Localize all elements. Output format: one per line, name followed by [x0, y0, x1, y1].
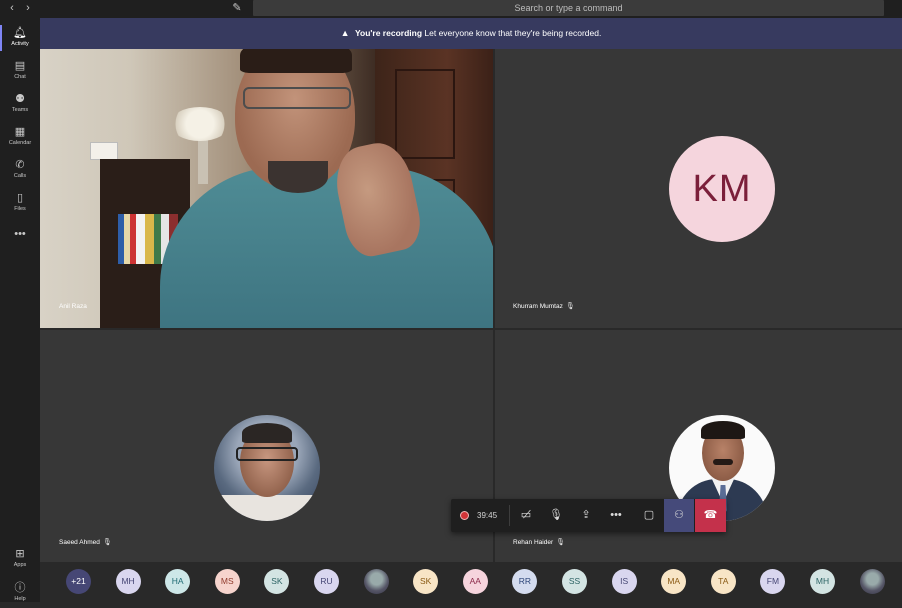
rail-item-teams[interactable]: ⚉ Teams: [0, 89, 40, 119]
mic-off-icon: 🎙︎: [549, 509, 563, 521]
divider: [509, 505, 510, 526]
participant-body: [160, 167, 493, 328]
recording-dot-icon: [460, 511, 469, 520]
rail-item-apps[interactable]: ⊞ Apps: [0, 544, 40, 574]
camera-off-button[interactable]: ▭̸: [511, 499, 541, 532]
mic-off-icon: 🎙︎: [102, 539, 112, 546]
chat-icon: ▤: [14, 60, 26, 72]
video-tile-anil-raza[interactable]: Anil Raza: [40, 49, 493, 328]
bell-icon: 🔔︎: [13, 27, 27, 39]
hang-up-button[interactable]: ☎︎: [695, 499, 726, 532]
avatar: KM: [669, 136, 775, 242]
compose-icon[interactable]: ✎: [230, 1, 244, 15]
mic-off-icon: 🎙︎: [556, 539, 565, 546]
participant-avatar[interactable]: HA: [165, 569, 191, 594]
participant-beard: [268, 161, 328, 193]
avatar: [214, 415, 320, 521]
participant-avatar[interactable]: TA: [710, 569, 736, 594]
chevron-left-icon[interactable]: ‹: [6, 1, 18, 15]
mic-off-icon: 🎙︎: [565, 303, 575, 310]
rail-item-label: Activity: [11, 41, 29, 47]
tile-name-label: Khurram Mumtaz: [513, 303, 563, 310]
chat-button[interactable]: ▢: [634, 499, 664, 532]
recording-banner: ▲ You're recording Let everyone know tha…: [40, 18, 902, 49]
share-screen-button[interactable]: ⇪: [571, 499, 601, 532]
tile-name-row: Khurram Mumtaz 🎙︎: [513, 302, 575, 312]
rail-item-label: Apps: [13, 562, 27, 568]
participants-button[interactable]: ⚇: [664, 499, 694, 532]
participant-avatar[interactable]: RU: [314, 569, 339, 594]
call-controls: 39:45 ▭̸ 🎙︎ ⇪ ••• ▢ ⚇ ☎︎: [451, 499, 726, 532]
app-rail: 🔔︎ Activity ▤ Chat ⚉ Teams ▦ Calendar ✆ …: [0, 18, 40, 602]
rail-item-label: Calls: [13, 173, 27, 179]
rail-item-files[interactable]: ▯ Files: [0, 188, 40, 218]
video-tile-saeed-ahmed[interactable]: Saeed Ahmed 🎙︎: [40, 330, 493, 562]
share-screen-icon: ⇪: [581, 509, 591, 521]
ellipsis-icon: •••: [14, 228, 26, 240]
rail-item-activity[interactable]: 🔔︎ Activity: [0, 23, 40, 53]
participant-avatar[interactable]: FM: [760, 569, 786, 594]
warning-icon: ▲: [340, 28, 350, 38]
rail-more-button[interactable]: •••: [0, 224, 40, 254]
tile-name-label: Saeed Ahmed: [59, 539, 100, 546]
vase-image: [198, 134, 208, 184]
participant-avatar[interactable]: SK: [264, 569, 290, 594]
participant-avatar[interactable]: MH: [810, 569, 835, 594]
participant-avatar[interactable]: [363, 569, 389, 594]
video-tile-khurram-mumtaz[interactable]: KM Khurram Mumtaz 🎙︎: [495, 49, 902, 328]
more-actions-button[interactable]: •••: [601, 499, 631, 532]
participant-avatar[interactable]: RR: [512, 569, 538, 594]
recording-message: Let everyone know that they're being rec…: [424, 28, 602, 38]
participant-avatar[interactable]: [859, 569, 885, 594]
rail-item-help[interactable]: ⓘ Help: [0, 578, 40, 608]
participant-avatar[interactable]: SS: [562, 569, 587, 594]
participant-glasses: [243, 87, 351, 109]
phone-icon: ✆: [15, 159, 25, 171]
rail-item-calendar[interactable]: ▦ Calendar: [0, 122, 40, 152]
tile-name-row: Saeed Ahmed 🎙︎: [59, 538, 112, 548]
calendar-icon: ▦: [14, 126, 26, 138]
participant-avatar[interactable]: MH: [115, 569, 141, 594]
more-icon: •••: [610, 509, 622, 521]
participant-avatar[interactable]: SK: [413, 569, 439, 594]
camera-off-icon: ▭̸: [520, 509, 532, 521]
title-bar: ‹ › ✎ Search or type a command: [0, 0, 902, 18]
rail-item-chat[interactable]: ▤ Chat: [0, 56, 40, 86]
teams-icon: ⚉: [15, 93, 25, 105]
recording-timer: 39:45: [477, 511, 498, 520]
rail-item-label: Calendar: [8, 140, 32, 146]
participants-icon: ⚇: [674, 509, 684, 521]
chat-icon: ▢: [643, 509, 655, 521]
participant-hair: [240, 49, 352, 73]
participant-avatar[interactable]: MS: [214, 569, 240, 594]
rail-item-label: Teams: [11, 107, 29, 113]
chevron-right-icon[interactable]: ›: [22, 1, 34, 15]
tile-name-row: Rehan Haider 🎙︎: [513, 538, 565, 548]
rail-item-calls[interactable]: ✆ Calls: [0, 155, 40, 185]
help-icon: ⓘ: [14, 582, 26, 594]
wall-socket-image: [90, 142, 118, 160]
recording-title: You're recording: [354, 28, 423, 38]
hang-up-icon: ☎︎: [703, 509, 718, 521]
file-icon: ▯: [16, 192, 24, 204]
rail-item-label: Files: [14, 206, 26, 212]
tile-name-label: Rehan Haider: [513, 539, 554, 546]
participant-avatar[interactable]: MA: [661, 569, 687, 594]
participant-avatar[interactable]: IS: [611, 569, 637, 594]
tile-name-label: Anil Raza: [59, 303, 87, 310]
participant-avatar[interactable]: AA: [462, 569, 488, 594]
more-participants-button[interactable]: +21: [66, 569, 91, 594]
apps-icon: ⊞: [15, 548, 25, 560]
flowers-image: [170, 107, 230, 141]
search-input[interactable]: Search or type a command: [253, 0, 884, 16]
mic-off-button[interactable]: 🎙︎: [541, 499, 571, 532]
rail-item-label: Chat: [14, 74, 26, 80]
